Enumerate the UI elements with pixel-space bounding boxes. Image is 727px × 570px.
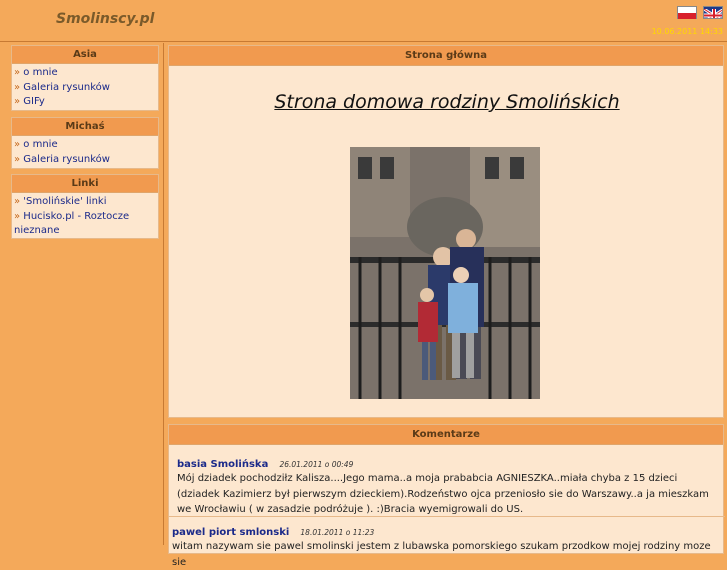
family-photo-graphic bbox=[350, 147, 540, 399]
comment-date: 26.01.2011 o 00:49 bbox=[279, 460, 354, 469]
comment-author[interactable]: pawel piort smlonski bbox=[172, 527, 289, 538]
header: Smolinscy.pl 10.06.2011 14:33 bbox=[0, 0, 727, 42]
sidebar-item-label[interactable]: Galeria rysunków bbox=[23, 154, 110, 165]
sidebar-item-gify[interactable]: » GIFy bbox=[14, 95, 156, 110]
sidebar-item-o-mnie[interactable]: » o mnie bbox=[14, 138, 156, 153]
comment-date: 18.01.2011 o 11:23 bbox=[300, 528, 375, 537]
family-photo bbox=[350, 147, 540, 399]
sidebar-box-asia: Asia » o mnie » Galeria rysunków » GIFy bbox=[11, 45, 159, 111]
comment-divider bbox=[169, 516, 725, 517]
union-jack-graphic bbox=[704, 7, 722, 18]
sidebar-item-o-mnie[interactable]: » o mnie bbox=[14, 66, 156, 81]
comments-title: Komentarze bbox=[169, 425, 723, 445]
english-flag-icon[interactable] bbox=[703, 6, 723, 19]
site-title[interactable]: Smolinscy.pl bbox=[56, 11, 154, 27]
sidebar-item-label[interactable]: o mnie bbox=[23, 139, 57, 150]
comment-item: basia Smolińska 26.01.2011 o 00:49 Mój d… bbox=[169, 452, 725, 518]
sidebar-item-label[interactable]: 'Smolińskie' linki bbox=[23, 196, 106, 207]
comments-panel: Komentarze basia Smolińska 26.01.2011 o … bbox=[168, 424, 725, 568]
main-content: Strona główna Strona domowa rodziny Smol… bbox=[165, 43, 727, 568]
comment-author[interactable]: basia Smolińska bbox=[177, 459, 268, 470]
left-sidebar: Asia » o mnie » Galeria rysunków » GIFy … bbox=[0, 43, 164, 545]
comment-item: pawel piort smlonski 18.01.2011 o 11:23 … bbox=[169, 520, 725, 570]
sidebar-box-title: Michaś bbox=[12, 118, 158, 136]
sidebar-box-linki: Linki » 'Smolińskie' linki » Hucisko.pl … bbox=[11, 174, 159, 239]
current-datetime: 10.06.2011 14:33 bbox=[651, 27, 723, 36]
sidebar-item-hucisko[interactable]: » Hucisko.pl - Roztocze nieznane bbox=[14, 210, 156, 239]
sidebar-box-title: Asia bbox=[12, 46, 158, 64]
main-panel-title: Strona główna bbox=[169, 46, 723, 66]
sidebar-item-smolinskie-linki[interactable]: » 'Smolińskie' linki bbox=[14, 195, 156, 210]
sidebar-item-label[interactable]: o mnie bbox=[23, 67, 57, 78]
comment-text: Mój dziadek pochodziłz Kalisza....Jego m… bbox=[177, 473, 709, 515]
welcome-heading: Strona domowa rodziny Smolińskich bbox=[274, 91, 620, 113]
sidebar-item-label[interactable]: Galeria rysunków bbox=[23, 82, 110, 93]
comment-text: witam nazywam sie pawel smolinski jestem… bbox=[172, 541, 711, 568]
sidebar-item-galeria[interactable]: » Galeria rysunków bbox=[14, 153, 156, 168]
main-panel: Strona główna Strona domowa rodziny Smol… bbox=[168, 45, 724, 418]
sidebar-box-michas: Michaś » o mnie » Galeria rysunków bbox=[11, 117, 159, 169]
sidebar-item-label[interactable]: GIFy bbox=[23, 96, 44, 107]
sidebar-box-title: Linki bbox=[12, 175, 158, 193]
polish-flag-icon[interactable] bbox=[677, 6, 697, 19]
sidebar-item-galeria[interactable]: » Galeria rysunków bbox=[14, 81, 156, 96]
sidebar-item-label[interactable]: Hucisko.pl - Roztocze nieznane bbox=[14, 211, 129, 237]
